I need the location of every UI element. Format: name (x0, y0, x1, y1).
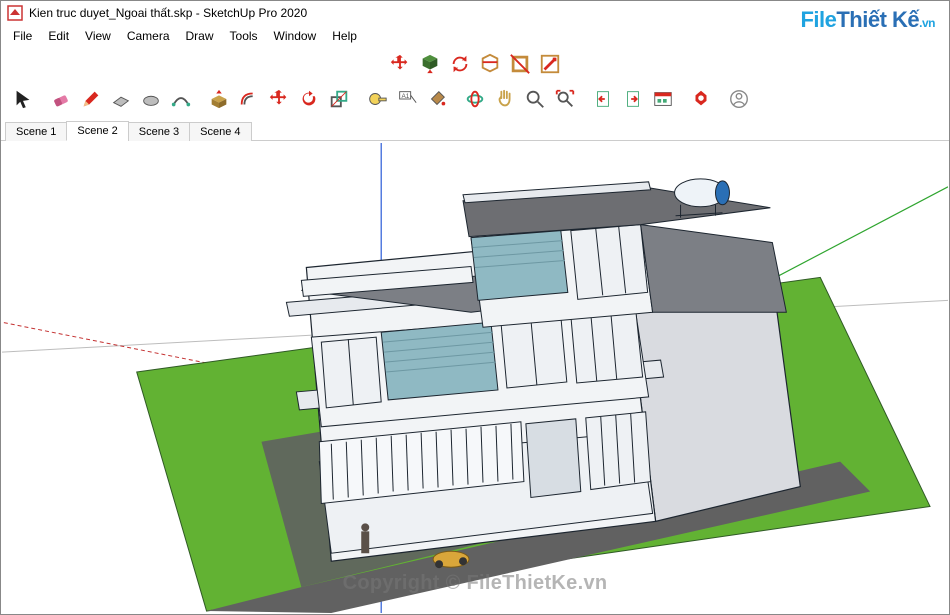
viewport-3d[interactable]: Copyright © FileThietKe.vn (2, 143, 948, 613)
scene-tabs: Scene 1 Scene 2 Scene 3 Scene 4 (1, 117, 949, 141)
orbit-icon[interactable] (461, 85, 489, 113)
text-label-icon[interactable]: A1 (393, 85, 421, 113)
scene-tab-4[interactable]: Scene 4 (189, 122, 251, 141)
component-next-icon[interactable] (619, 85, 647, 113)
menu-bar: File Edit View Camera Draw Tools Window … (1, 25, 949, 47)
arc-icon[interactable] (167, 85, 195, 113)
menu-view[interactable]: View (77, 27, 119, 45)
zoom-icon[interactable] (521, 85, 549, 113)
offset-icon[interactable] (235, 85, 263, 113)
window-title: Kien truc duyet_Ngoai thất.skp - SketchU… (29, 6, 307, 20)
svg-text:A1: A1 (402, 93, 410, 100)
toolbar-section (1, 47, 949, 81)
select-arrow-icon[interactable] (9, 85, 37, 113)
extrude-down-icon[interactable] (416, 50, 444, 78)
menu-tools[interactable]: Tools (222, 27, 266, 45)
rotate-icon[interactable] (295, 85, 323, 113)
extension-warehouse-icon[interactable] (687, 85, 715, 113)
move-4way-icon[interactable] (386, 50, 414, 78)
toolbar-main: A1 (1, 81, 949, 117)
menu-window[interactable]: Window (266, 27, 325, 45)
title-bar: Kien truc duyet_Ngoai thất.skp - SketchU… (1, 1, 949, 25)
circle-icon[interactable] (137, 85, 165, 113)
sync-icon[interactable] (446, 50, 474, 78)
scene-tab-3[interactable]: Scene 3 (128, 122, 190, 141)
component-prev-icon[interactable] (589, 85, 617, 113)
menu-help[interactable]: Help (324, 27, 365, 45)
component-browser-icon[interactable] (649, 85, 677, 113)
rectangle-icon[interactable] (107, 85, 135, 113)
move-icon[interactable] (265, 85, 293, 113)
eraser-icon[interactable] (47, 85, 75, 113)
pan-icon[interactable] (491, 85, 519, 113)
scene-tab-2[interactable]: Scene 2 (66, 121, 128, 141)
menu-file[interactable]: File (5, 27, 40, 45)
scene-tab-1[interactable]: Scene 1 (5, 122, 67, 141)
scale-icon[interactable] (325, 85, 353, 113)
push-pull-icon[interactable] (205, 85, 233, 113)
figure-person (361, 523, 369, 553)
paint-bucket-icon[interactable] (423, 85, 451, 113)
section-view-icon[interactable] (536, 50, 564, 78)
menu-camera[interactable]: Camera (119, 27, 178, 45)
user-account-icon[interactable] (725, 85, 753, 113)
menu-draw[interactable]: Draw (178, 27, 222, 45)
section-plane-icon[interactable] (506, 50, 534, 78)
tape-measure-icon[interactable] (363, 85, 391, 113)
zoom-extents-icon[interactable] (551, 85, 579, 113)
pencil-icon[interactable] (77, 85, 105, 113)
app-icon (7, 5, 23, 21)
menu-edit[interactable]: Edit (40, 27, 77, 45)
section-cut-icon[interactable] (476, 50, 504, 78)
